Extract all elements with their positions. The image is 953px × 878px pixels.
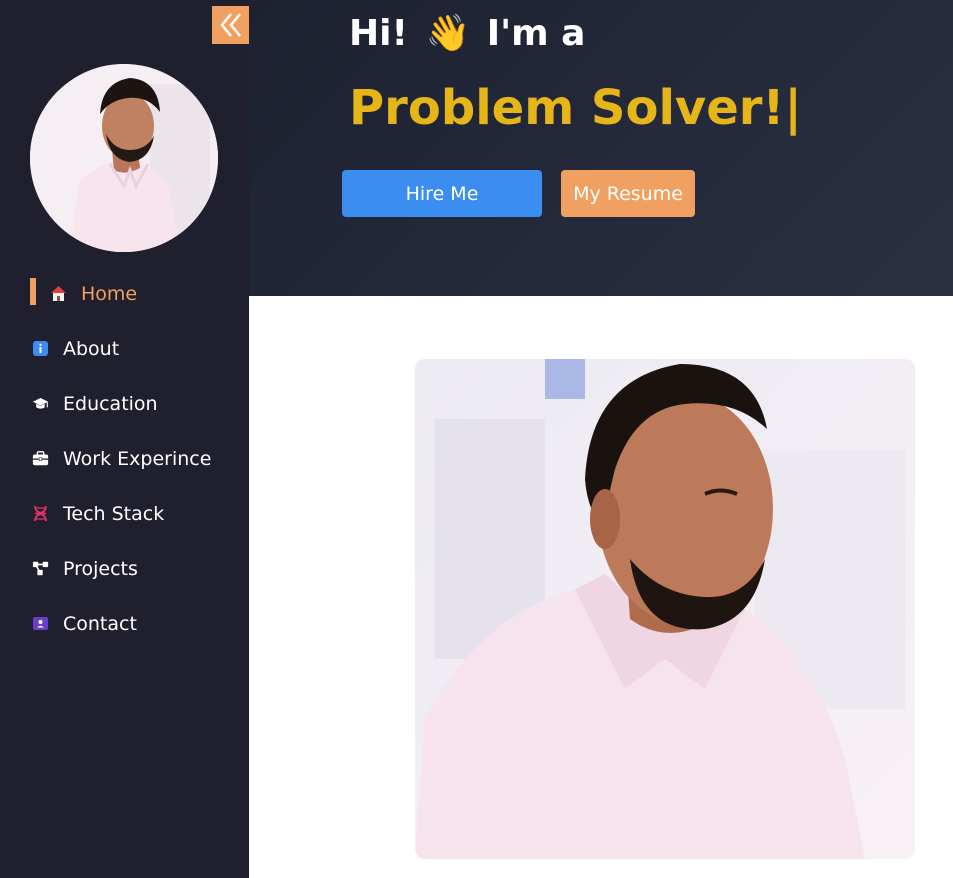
graduation-cap-icon (32, 395, 49, 412)
avatar (30, 64, 218, 252)
sidebar-item-home[interactable]: Home (0, 266, 249, 321)
sidebar-item-label: Work Experince (63, 447, 212, 470)
collapse-sidebar-button[interactable] (212, 6, 249, 44)
avatar-photo (30, 64, 218, 252)
profile-portrait (415, 359, 915, 859)
dna-icon (32, 505, 49, 522)
sidebar-item-about[interactable]: About (0, 321, 249, 376)
sidebar-item-tech-stack[interactable]: Tech Stack (0, 486, 249, 541)
sidebar-nav: Home About Education Work Experince Tech… (0, 266, 249, 651)
typed-role-text: Problem Solver!| (349, 80, 802, 136)
network-icon (32, 560, 49, 577)
double-chevron-left-icon (219, 13, 241, 37)
hire-me-button[interactable]: Hire Me (342, 170, 542, 217)
sidebar-item-label: Home (81, 282, 138, 305)
sidebar-item-work-experience[interactable]: Work Experince (0, 431, 249, 486)
sidebar-item-label: Projects (63, 557, 138, 580)
sidebar-item-label: Education (63, 392, 158, 415)
sidebar-item-label: About (63, 337, 120, 360)
briefcase-icon (32, 450, 49, 467)
sidebar: Home About Education Work Experince Tech… (0, 0, 249, 878)
greeting-heading: Hi! 👋 I'm a (349, 12, 586, 55)
hero-section: Hi! 👋 I'm a Problem Solver!| Hire Me My … (249, 0, 953, 296)
portrait-photo (415, 359, 915, 859)
greeting-end: I'm a (486, 12, 586, 54)
my-resume-button[interactable]: My Resume (561, 170, 695, 217)
sidebar-item-contact[interactable]: Contact (0, 596, 249, 651)
sidebar-item-label: Contact (63, 612, 137, 635)
waving-hand-icon: 👋 (425, 13, 471, 54)
sidebar-item-education[interactable]: Education (0, 376, 249, 431)
home-icon (50, 285, 67, 302)
sidebar-item-projects[interactable]: Projects (0, 541, 249, 596)
greeting-start: Hi! (349, 12, 408, 54)
active-indicator (30, 278, 36, 305)
contact-card-icon (32, 615, 49, 632)
info-icon (32, 340, 49, 357)
main-content (249, 296, 953, 878)
sidebar-item-label: Tech Stack (63, 502, 165, 525)
